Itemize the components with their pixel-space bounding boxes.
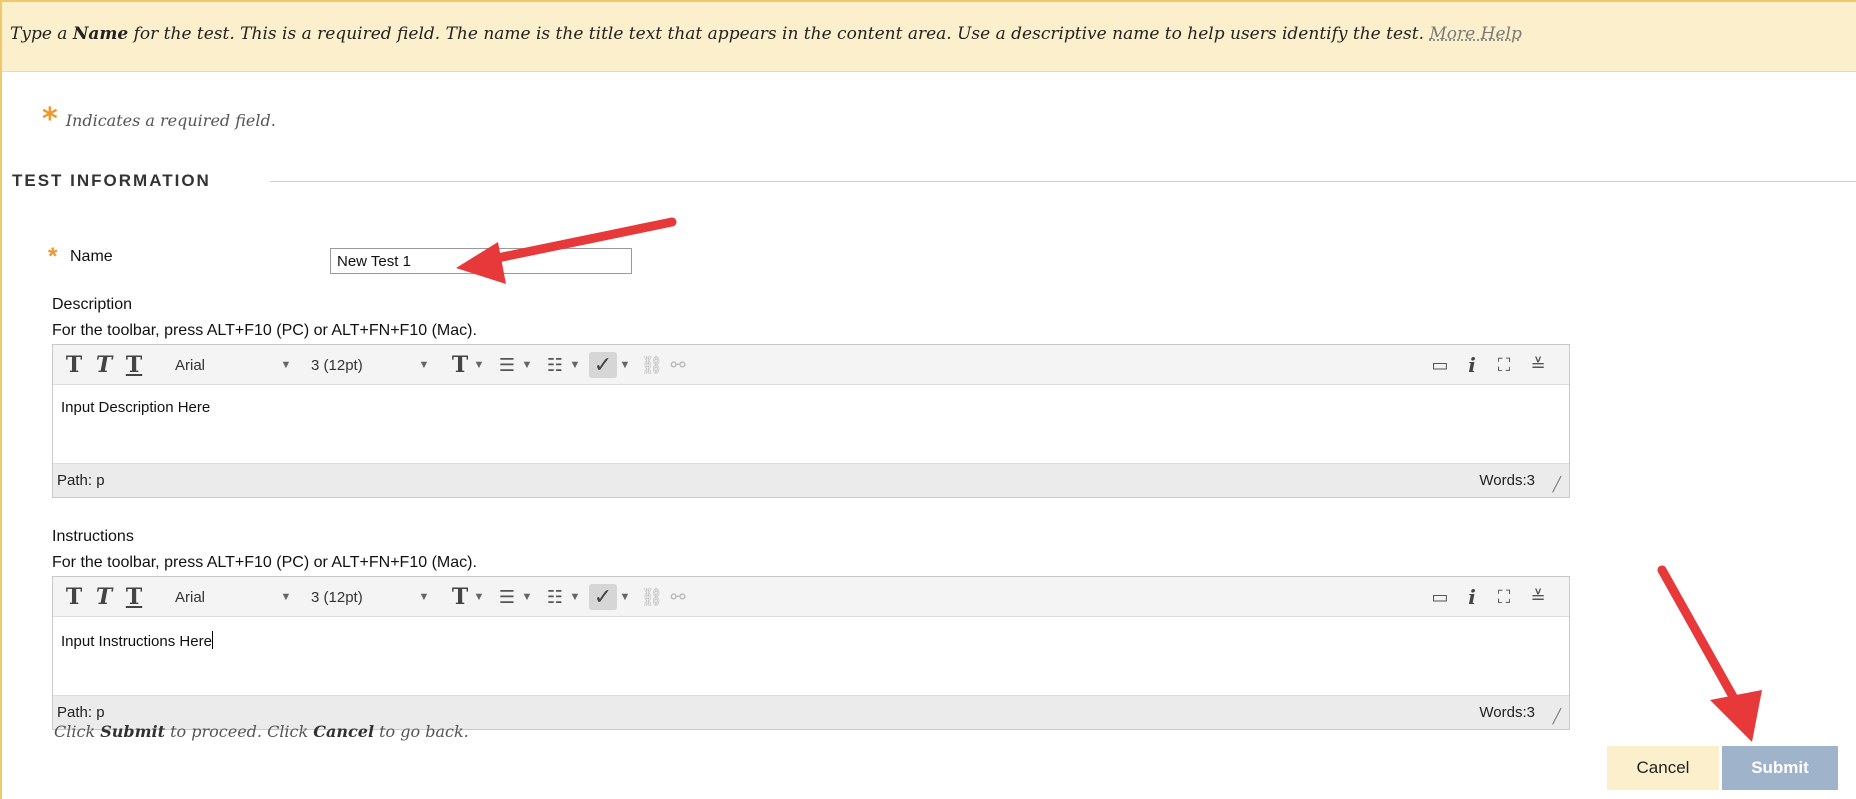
underline-icon[interactable]: T <box>121 584 147 610</box>
cancel-note-bold: Cancel <box>313 722 375 741</box>
font-family-value: Arial <box>175 356 206 374</box>
description-path: Path: p <box>57 472 105 489</box>
text-color-icon[interactable]: T <box>447 352 473 378</box>
section-title: TEST INFORMATION <box>12 171 211 190</box>
fullscreen-icon[interactable]: ⛶ <box>1491 584 1517 610</box>
font-size-value: 3 (12pt) <box>311 588 363 606</box>
resize-handle-icon[interactable]: ╱ <box>1553 708 1561 725</box>
description-toolbar-hint: For the toolbar, press ALT+F10 (PC) or A… <box>52 322 477 339</box>
font-size-select[interactable]: 3 (12pt) <box>311 584 415 610</box>
instructions-word-count: Words:3 <box>1479 704 1535 721</box>
instructions-content[interactable]: Input Instructions Here <box>53 617 1569 695</box>
required-asterisk-icon: * <box>48 243 58 270</box>
expand-toolbar-icon[interactable]: ≚ <box>1525 352 1551 378</box>
required-note: * Indicates a required field. <box>42 102 276 137</box>
submit-button[interactable]: Submit <box>1722 746 1838 790</box>
bullet-list-icon[interactable]: ☰ <box>495 352 519 378</box>
link-icon[interactable]: ⛓ <box>641 352 664 378</box>
numbered-list-icon[interactable]: ☷ <box>543 352 567 378</box>
font-family-select[interactable]: Arial <box>175 584 279 610</box>
chevron-down-icon[interactable]: ▼ <box>417 584 431 610</box>
bold-icon[interactable]: T <box>61 352 87 378</box>
more-help-link[interactable]: More Help <box>1429 24 1521 44</box>
description-statusbar: Path: p Words:3 ╱ <box>53 463 1569 497</box>
link-icon[interactable]: ⛓ <box>641 584 664 610</box>
unlink-icon[interactable]: ⚯ <box>667 352 689 378</box>
cancel-button[interactable]: Cancel <box>1607 746 1719 790</box>
instructions-toolbar: T T T Arial ▼ 3 (12pt) ▼ T ▼ ☰ ▼ ☷ ▼ ✓ ▼… <box>53 577 1569 617</box>
font-family-select[interactable]: Arial <box>175 352 279 378</box>
spellcheck-icon[interactable]: ✓ <box>589 584 617 610</box>
chevron-down-icon[interactable]: ▼ <box>417 352 431 378</box>
underline-icon[interactable]: T <box>121 352 147 378</box>
bullet-list-icon[interactable]: ☰ <box>495 584 519 610</box>
submit-note-bold: Submit <box>100 722 165 741</box>
submit-note: Click Submit to proceed. Click Cancel to… <box>54 722 469 741</box>
italic-icon[interactable]: T <box>91 352 117 378</box>
chevron-down-icon[interactable]: ▼ <box>619 352 631 378</box>
name-input[interactable] <box>330 248 632 274</box>
description-label: Description <box>52 296 133 313</box>
chevron-down-icon[interactable]: ▼ <box>521 584 533 610</box>
instructions-content-text: Input Instructions Here <box>61 633 212 650</box>
required-asterisk-icon: * <box>42 102 58 137</box>
instructions-editor: T T T Arial ▼ 3 (12pt) ▼ T ▼ ☰ ▼ ☷ ▼ ✓ ▼… <box>52 576 1570 730</box>
chevron-down-icon[interactable]: ▼ <box>521 352 533 378</box>
fullscreen-icon[interactable]: ⛶ <box>1491 352 1517 378</box>
font-size-select[interactable]: 3 (12pt) <box>311 352 415 378</box>
help-text-prefix: Type a <box>10 24 73 44</box>
chevron-down-icon[interactable]: ▼ <box>473 584 485 610</box>
resize-handle-icon[interactable]: ╱ <box>1553 476 1561 493</box>
help-banner: Type a Name for the test. This is a requ… <box>2 2 1856 72</box>
name-row: * Name <box>48 243 113 270</box>
description-toolbar: T T T Arial ▼ 3 (12pt) ▼ T ▼ ☰ ▼ ☷ ▼ ✓ ▼… <box>53 345 1569 385</box>
italic-icon[interactable]: T <box>91 584 117 610</box>
description-content[interactable]: Input Description Here <box>53 385 1569 463</box>
section-divider <box>270 181 1856 182</box>
unlink-icon[interactable]: ⚯ <box>667 584 689 610</box>
chevron-down-icon[interactable]: ▼ <box>279 584 293 610</box>
submit-note-text: to proceed. Click <box>165 722 314 741</box>
help-text-bold: Name <box>72 24 129 44</box>
description-editor: T T T Arial ▼ 3 (12pt) ▼ T ▼ ☰ ▼ ☷ ▼ ✓ ▼… <box>52 344 1570 498</box>
submit-note-text: Click <box>54 722 101 741</box>
preview-icon[interactable]: ▭ <box>1427 352 1453 378</box>
bold-icon[interactable]: T <box>61 584 87 610</box>
chevron-down-icon[interactable]: ▼ <box>473 352 485 378</box>
required-note-text: Indicates a required field. <box>65 110 276 130</box>
spellcheck-icon[interactable]: ✓ <box>589 352 617 378</box>
info-icon[interactable]: i <box>1459 352 1485 378</box>
instructions-path: Path: p <box>57 704 105 721</box>
chevron-down-icon[interactable]: ▼ <box>569 584 581 610</box>
preview-icon[interactable]: ▭ <box>1427 584 1453 610</box>
font-family-value: Arial <box>175 588 206 606</box>
expand-toolbar-icon[interactable]: ≚ <box>1525 584 1551 610</box>
numbered-list-icon[interactable]: ☷ <box>543 584 567 610</box>
instructions-label: Instructions <box>52 528 134 545</box>
chevron-down-icon[interactable]: ▼ <box>619 584 631 610</box>
instructions-toolbar-hint: For the toolbar, press ALT+F10 (PC) or A… <box>52 554 477 571</box>
name-label: Name <box>70 248 113 265</box>
text-color-icon[interactable]: T <box>447 584 473 610</box>
description-word-count: Words:3 <box>1479 472 1535 489</box>
chevron-down-icon[interactable]: ▼ <box>279 352 293 378</box>
chevron-down-icon[interactable]: ▼ <box>569 352 581 378</box>
info-icon[interactable]: i <box>1459 584 1485 610</box>
font-size-value: 3 (12pt) <box>311 356 363 374</box>
submit-note-text: to go back. <box>374 722 469 741</box>
help-text-suffix: for the test. This is a required field. … <box>128 24 1424 44</box>
text-cursor <box>211 631 213 649</box>
